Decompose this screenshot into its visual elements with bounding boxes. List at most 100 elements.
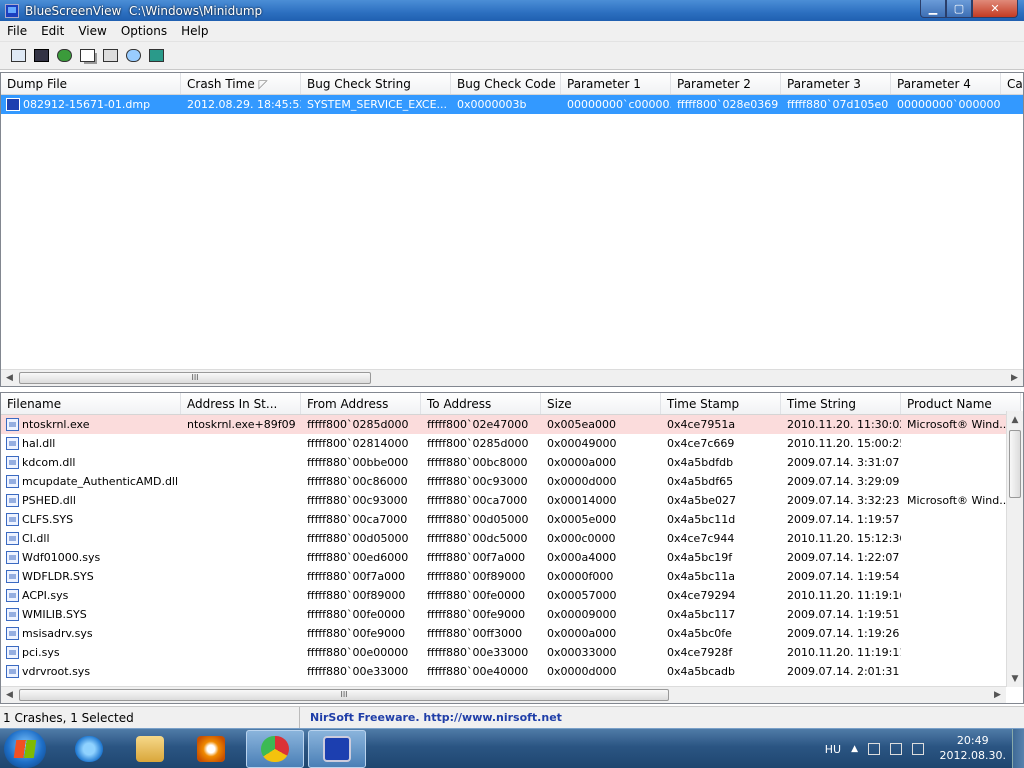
find-button[interactable] [123,46,143,66]
maximize-button[interactable]: ▢ [946,0,972,18]
module-row[interactable]: hal.dll fffff800`02814000 fffff800`0285d00… [1,434,1023,453]
cell: WDFLDR.SYS [1,570,181,583]
cell: 0x4ce79294 [667,589,736,602]
crash-col-dump-file[interactable]: Dump File [1,73,181,94]
exit-button[interactable] [146,46,166,66]
show-hidden-icons-icon[interactable]: ▲ [851,744,858,754]
close-button[interactable]: ✕ [972,0,1018,18]
copy-icon [79,49,95,62]
module-col-filename[interactable]: Filename [1,393,181,414]
menu-file[interactable]: File [0,24,34,38]
cell: 0x4ce7c669 [667,437,735,450]
menu-bar: File Edit View Options Help [0,21,1024,42]
scroll-right-icon[interactable]: ▶ [989,687,1006,703]
module-row[interactable]: ntoskrnl.exe ntoskrnl.exe+89f09 fffff800`0… [1,415,1023,434]
scroll-down-icon[interactable]: ▼ [1007,670,1023,687]
copy-button[interactable] [77,46,97,66]
module-row[interactable]: Wdf01000.sys fffff880`00ed6000 fffff880`00… [1,548,1023,567]
scroll-left-icon[interactable]: ◀ [1,370,18,386]
module-row[interactable]: msisadrv.sys fffff880`00fe9000 fffff880`00… [1,624,1023,643]
menu-view[interactable]: View [71,24,113,38]
action-center-flag-icon[interactable] [868,743,880,755]
taskbar-media-player[interactable] [182,730,240,768]
media-player-icon [197,736,225,762]
module-row[interactable]: CI.dll fffff880`00d05000 fffff880`00dc5000… [1,529,1023,548]
crash-col-bug-check-code[interactable]: Bug Check Code [451,73,561,94]
module-row[interactable]: kdcom.dll fffff880`00bbe000 fffff880`00bc8… [1,453,1023,472]
network-icon[interactable] [890,743,902,755]
module-file-icon [6,494,19,507]
module-row[interactable]: PSHED.dll fffff880`00c93000 fffff880`00ca7… [1,491,1023,510]
scroll-up-icon[interactable]: ▲ [1007,411,1023,428]
crash-col-ca[interactable]: Ca [1001,73,1023,94]
show-desktop-button[interactable] [1012,729,1024,768]
html-report-button[interactable] [8,46,28,66]
windows-logo-icon [13,740,37,758]
refresh-button[interactable] [54,46,74,66]
module-col-product-name[interactable]: Product Name [901,393,1021,414]
minimize-button[interactable]: ▁ [920,0,946,18]
cell: ntoskrnl.exe [1,418,181,431]
crash-col-bug-check-string[interactable]: Bug Check String [301,73,451,94]
language-indicator[interactable]: HU [825,743,841,756]
crash-list-hscrollbar[interactable]: ◀ III ▶ [1,369,1023,386]
taskbar-chrome[interactable] [246,730,304,768]
cell: fffff880`00e33000 [307,665,409,678]
scroll-right-icon[interactable]: ▶ [1006,370,1023,386]
module-row[interactable]: WMILIB.SYS fffff880`00fe0000 fffff880`00fe… [1,605,1023,624]
nirsoft-link[interactable]: NirSoft Freeware. http://www.nirsoft.net [300,707,562,729]
module-row[interactable]: pci.sys fffff880`00e00000 fffff880`00e3300… [1,643,1023,662]
hscroll-thumb[interactable]: III [19,372,371,384]
crash-col-parameter-1[interactable]: Parameter 1 [561,73,671,94]
properties-icon [102,49,118,62]
cell: pci.sys [1,646,181,659]
module-list-header: Filename Address In St... From Address To A… [1,393,1021,415]
taskbar-ie[interactable] [60,730,118,768]
vscroll-thumb[interactable] [1009,430,1021,498]
crash-col-parameter-2[interactable]: Parameter 2 [671,73,781,94]
module-list-vscrollbar[interactable]: ▲ ▼ [1006,411,1023,687]
find-icon [125,49,141,62]
cell: fffff880`00f89000 [307,589,406,602]
start-button[interactable] [4,730,46,768]
module-col-time-stamp[interactable]: Time Stamp [661,393,781,414]
module-row[interactable]: mcupdate_AuthenticAMD.dll fffff880`00c860… [1,472,1023,491]
module-col-size[interactable]: Size [541,393,661,414]
clock[interactable]: 20:49 2012.08.30. [940,733,1006,763]
properties-button[interactable] [100,46,120,66]
crash-col-parameter-4[interactable]: Parameter 4 [891,73,1001,94]
module-row[interactable]: CLFS.SYS fffff880`00ca7000 fffff880`00d050… [1,510,1023,529]
bluescreenview-app-icon [5,3,19,18]
hscroll-thumb[interactable]: III [19,689,669,701]
cell: fffff880`00e33000 [427,646,529,659]
module-col-address-in-st[interactable]: Address In St... [181,393,301,414]
taskbar-explorer[interactable] [121,730,179,768]
cell: WMILIB.SYS [1,608,181,621]
module-row[interactable]: ACPI.sys fffff880`00f89000 fffff880`00fe00… [1,586,1023,605]
scroll-left-icon[interactable]: ◀ [1,687,18,703]
cell: fffff880`00c93000 [307,494,408,507]
cell: fffff800`02e47000 [427,418,529,431]
save-button[interactable] [31,46,51,66]
cell: 0x4a5bc11a [667,570,736,583]
module-row[interactable]: WDFLDR.SYS fffff880`00f7a000 fffff880`00f8… [1,567,1023,586]
menu-edit[interactable]: Edit [34,24,71,38]
crash-row[interactable]: 082912-15671-01.dmp 2012.08.29. 18:45:53 S… [1,95,1023,114]
module-col-from-address[interactable]: From Address [301,393,421,414]
crash-col-parameter-3[interactable]: Parameter 3 [781,73,891,94]
cell: 0x000c0000 [547,532,616,545]
crash-col-crash-time[interactable]: Crash Time ◸ [181,73,301,94]
module-col-time-string[interactable]: Time String [781,393,901,414]
taskbar-bluescreenview[interactable] [308,730,366,768]
cell: fffff880`00e00000 [307,646,409,659]
volume-icon[interactable] [912,743,924,755]
filename-text: msisadrv.sys [22,627,93,640]
menu-options[interactable]: Options [114,24,174,38]
module-col-to-address[interactable]: To Address [421,393,541,414]
module-list: ntoskrnl.exe ntoskrnl.exe+89f09 fffff800`0… [1,415,1023,681]
module-file-icon [6,589,19,602]
module-row[interactable]: vdrvroot.sys fffff880`00e33000 fffff880`00… [1,662,1023,681]
module-list-hscrollbar[interactable]: ◀ III ▶ [1,686,1006,703]
menu-help[interactable]: Help [174,24,215,38]
cell: CLFS.SYS [1,513,181,526]
